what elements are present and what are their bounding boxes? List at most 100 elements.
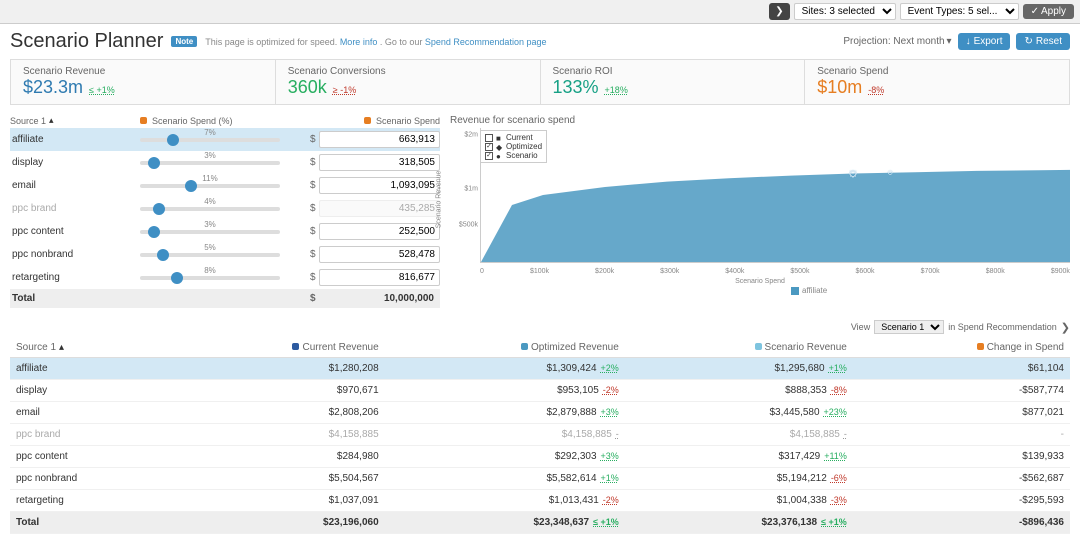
slider-thumb[interactable]	[171, 272, 183, 284]
spend-input[interactable]	[319, 131, 440, 148]
spend-input[interactable]	[319, 246, 440, 263]
kpi-row: Scenario Revenue$23.3m≤ +1% Scenario Conv…	[10, 59, 1070, 105]
delta[interactable]: -	[844, 429, 847, 439]
cell-source: affiliate	[10, 358, 170, 380]
cell-optimized: $1,013,431-2%	[385, 490, 625, 512]
sites-select[interactable]: Sites: 3 selected	[794, 3, 896, 20]
main-row: Source 1 Scenario Spend (%) Scenario Spe…	[0, 105, 1080, 316]
th-source[interactable]: Source 1	[10, 338, 170, 358]
th-change[interactable]: Change in Spend	[853, 338, 1070, 358]
editor-row[interactable]: display3%$	[10, 151, 440, 174]
editor-source: ppc content	[10, 226, 140, 237]
reset-button[interactable]: ↻ Reset	[1016, 33, 1070, 50]
delta[interactable]: +2%	[601, 363, 619, 373]
delta[interactable]: -2%	[603, 495, 619, 505]
delta[interactable]: +1%	[601, 473, 619, 483]
th-optimized[interactable]: Optimized Revenue	[385, 338, 625, 358]
spend-slider[interactable]: 5%	[140, 253, 310, 257]
delta[interactable]: -6%	[831, 473, 847, 483]
editor-total-row: Total $10,000,000	[10, 289, 440, 308]
event-types-select[interactable]: Event Types: 5 sel...	[900, 3, 1019, 20]
th-current[interactable]: Current Revenue	[170, 338, 385, 358]
cell-source: ppc content	[10, 446, 170, 468]
spend-slider[interactable]: 4%	[140, 207, 310, 211]
slider-thumb[interactable]	[148, 226, 160, 238]
cell-source: email	[10, 402, 170, 424]
editor-row[interactable]: ppc content3%$	[10, 220, 440, 243]
editor-row[interactable]: email11%$	[10, 174, 440, 197]
editor-row[interactable]: ppc nonbrand5%$	[10, 243, 440, 266]
legend-item[interactable]: ■Current	[485, 133, 542, 142]
cell-current: $970,671	[170, 380, 385, 402]
table-row[interactable]: display$970,671$953,105-2%$888,353-8%-$5…	[10, 380, 1070, 402]
cell-optimized: $953,105-2%	[385, 380, 625, 402]
editor-row[interactable]: retargeting8%$	[10, 266, 440, 289]
delta[interactable]: -8%	[831, 385, 847, 395]
delta[interactable]: +11%	[824, 451, 847, 461]
table-row[interactable]: affiliate$1,280,208$1,309,424+2%$1,295,6…	[10, 358, 1070, 380]
legend-checkbox[interactable]	[485, 134, 493, 142]
spend-slider[interactable]: 3%	[140, 230, 310, 234]
spend-input[interactable]	[319, 154, 440, 171]
kpi-card: Scenario ROI133%+18%	[541, 60, 806, 104]
delta[interactable]: +3%	[601, 407, 619, 417]
legend-item[interactable]: ✓●Scenario	[485, 151, 542, 160]
kpi-label: Scenario Conversions	[288, 66, 528, 77]
spend-slider[interactable]: 7%	[140, 138, 310, 142]
slider-thumb[interactable]	[167, 134, 179, 146]
spend-slider[interactable]: 8%	[140, 276, 310, 280]
editor-row[interactable]: affiliate7%$	[10, 128, 440, 151]
projection-dropdown[interactable]: Next month	[893, 36, 951, 47]
expand-toggle[interactable]: ❯	[769, 3, 789, 20]
kpi-label: Scenario Spend	[817, 66, 1057, 77]
slider-thumb[interactable]	[153, 203, 165, 215]
slider-thumb[interactable]	[185, 180, 197, 192]
delta[interactable]: +1%	[829, 363, 847, 373]
apply-button[interactable]: ✓ Apply	[1023, 4, 1074, 19]
editor-source-header[interactable]: Source 1	[10, 115, 140, 126]
more-info-link[interactable]: More info	[340, 37, 378, 47]
delta[interactable]: -3%	[831, 495, 847, 505]
delta[interactable]: -2%	[603, 385, 619, 395]
y-tick: $2m	[464, 131, 478, 138]
table-row[interactable]: ppc brand$4,158,885$4,158,885-$4,158,885…	[10, 424, 1070, 446]
spend-slider[interactable]: 11%	[140, 184, 310, 188]
chart-marker-circle-icon[interactable]: ○	[887, 167, 893, 178]
cell-scenario: $3,445,580+23%	[625, 402, 853, 424]
slider-thumb[interactable]	[148, 157, 160, 169]
legend-checkbox[interactable]: ✓	[485, 152, 493, 160]
cell-scenario: $1,004,338-3%	[625, 490, 853, 512]
delta[interactable]: +23%	[824, 407, 847, 417]
slider-thumb[interactable]	[157, 249, 169, 261]
spend-input[interactable]	[319, 200, 440, 217]
spend-slider[interactable]: 3%	[140, 161, 310, 165]
chevron-right-icon[interactable]: ❯	[1061, 321, 1070, 334]
table-row[interactable]: email$2,808,206$2,879,888+3%$3,445,580+2…	[10, 402, 1070, 424]
cell-change: $139,933	[853, 446, 1070, 468]
legend-checkbox[interactable]: ✓	[485, 143, 493, 151]
spend-input[interactable]	[319, 177, 440, 194]
delta[interactable]: +3%	[601, 451, 619, 461]
spend-input[interactable]	[319, 223, 440, 240]
delta[interactable]: -	[616, 429, 619, 439]
kpi-delta[interactable]: +18%	[605, 85, 628, 95]
legend-item[interactable]: ✓◆Optimized	[485, 142, 542, 151]
kpi-value: 133%	[553, 77, 599, 98]
spend-input[interactable]	[319, 269, 440, 286]
kpi-delta[interactable]: -8%	[868, 85, 884, 95]
export-button[interactable]: ↓ Export	[958, 33, 1011, 50]
kpi-delta[interactable]: ≥ -1%	[333, 85, 356, 95]
kpi-delta[interactable]: ≤ +1%	[89, 85, 115, 95]
sort-asc-icon	[56, 342, 64, 353]
th-scenario[interactable]: Scenario Revenue	[625, 338, 853, 358]
table-row[interactable]: ppc content$284,980$292,303+3%$317,429+1…	[10, 446, 1070, 468]
cell-change: -$295,593	[853, 490, 1070, 512]
y-tick: $1m	[464, 185, 478, 192]
table-row[interactable]: retargeting$1,037,091$1,013,431-2%$1,004…	[10, 490, 1070, 512]
table-row[interactable]: ppc nonbrand$5,504,567$5,582,614+1%$5,19…	[10, 468, 1070, 490]
kpi-card: Scenario Revenue$23.3m≤ +1%	[11, 60, 276, 104]
scenario-select[interactable]: Scenario 1	[874, 320, 944, 334]
editor-row[interactable]: ppc brand4%$	[10, 197, 440, 220]
chart-marker-diamond-icon[interactable]: ◇	[849, 168, 857, 179]
spend-rec-link[interactable]: Spend Recommendation page	[425, 37, 547, 47]
